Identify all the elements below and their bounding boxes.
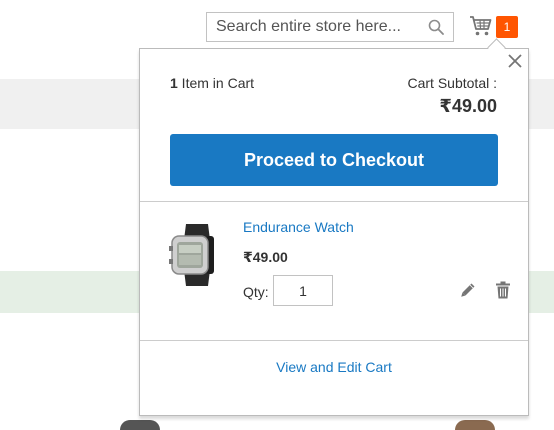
search-input[interactable] [207, 13, 426, 41]
qty-label: Qty: [243, 284, 269, 300]
subtotal-label: Cart Subtotal : [407, 75, 498, 91]
trash-icon[interactable] [495, 281, 511, 299]
page-product-image-edge [455, 420, 495, 430]
minicart-divider [140, 201, 528, 202]
items-count-label: Item in Cart [177, 75, 255, 91]
minicart-items-count: 1 Item in Cart [170, 75, 254, 91]
page-product-image-edge [120, 420, 160, 430]
search-icon[interactable] [428, 19, 444, 35]
subtotal-price: ₹49.00 [439, 96, 497, 116]
cart-counter-badge[interactable]: 1 [496, 16, 518, 38]
cart-icon[interactable] [469, 14, 493, 38]
search-box [206, 12, 454, 42]
items-count-number: 1 [170, 75, 178, 91]
proceed-to-checkout-button[interactable]: Proceed to Checkout [170, 134, 498, 186]
view-and-edit-cart-link[interactable]: View and Edit Cart [140, 359, 528, 375]
close-icon[interactable] [507, 53, 523, 69]
product-thumbnail[interactable] [168, 224, 216, 286]
edit-icon[interactable] [460, 282, 476, 298]
qty-input[interactable] [273, 275, 333, 306]
minicart-divider [140, 340, 528, 341]
product-name-link[interactable]: Endurance Watch [243, 219, 354, 235]
product-price: ₹49.00 [243, 249, 288, 265]
